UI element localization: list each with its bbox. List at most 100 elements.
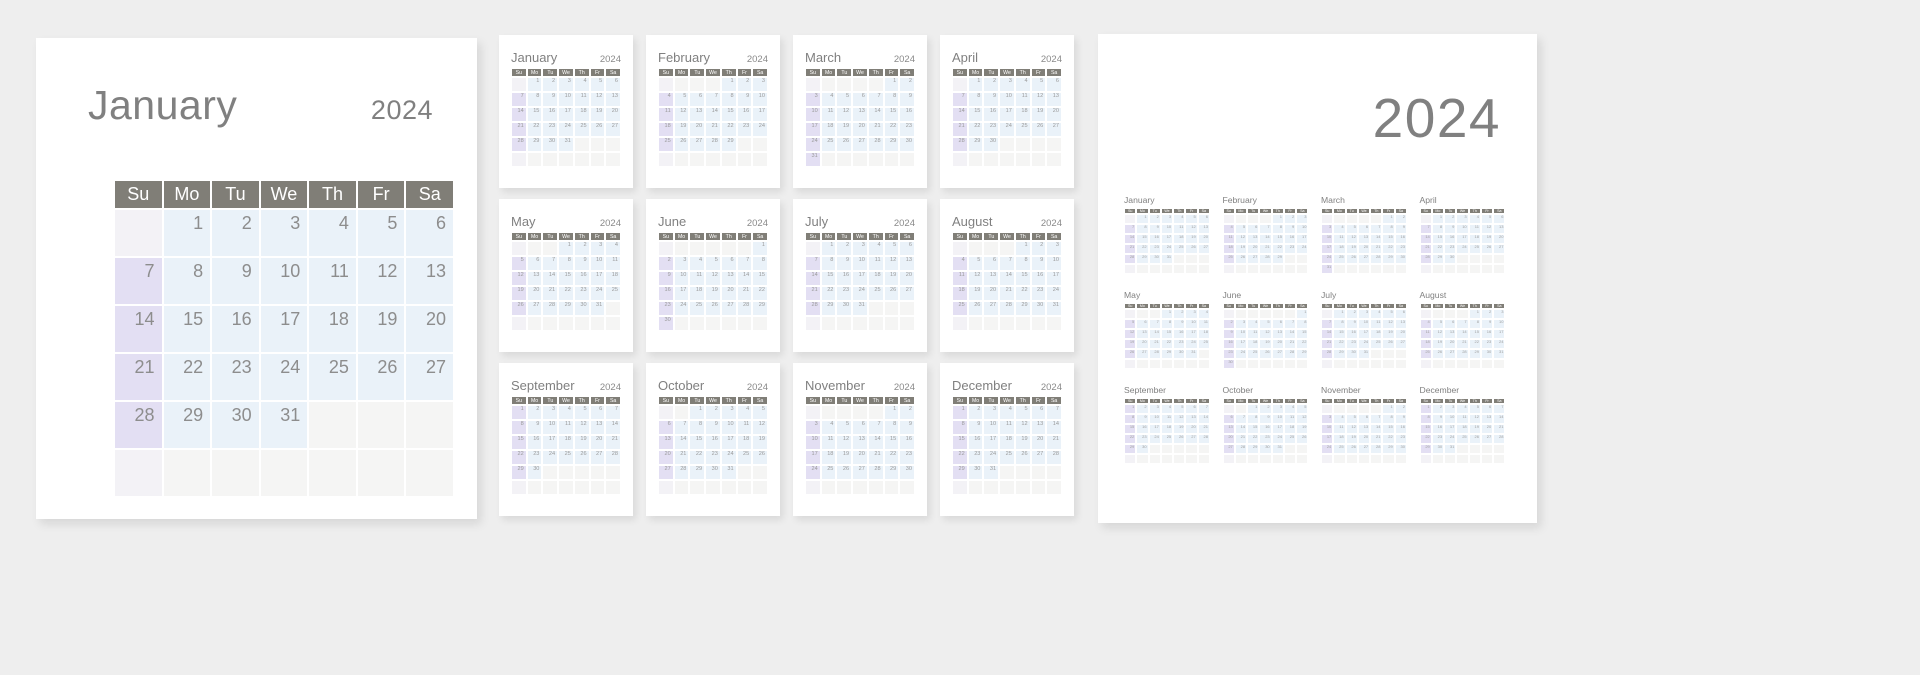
- month-day-cell[interactable]: 5: [836, 420, 853, 435]
- featured-day-cell[interactable]: 19: [356, 305, 406, 353]
- month-day-cell[interactable]: 10: [720, 420, 737, 435]
- month-day-cell[interactable]: 15: [952, 435, 968, 450]
- month-day-cell[interactable]: 24: [673, 301, 690, 316]
- yearmonth-day-cell[interactable]: 11: [1222, 234, 1235, 245]
- yearmonth-day-cell[interactable]: 22: [1431, 244, 1445, 255]
- yearmonth-day-cell[interactable]: 5: [1345, 224, 1358, 235]
- yearmonth-day-cell[interactable]: 13: [1197, 224, 1210, 235]
- featured-day-cell[interactable]: 10: [259, 257, 309, 305]
- yearmonth-day-cell[interactable]: 6: [1357, 224, 1371, 235]
- month-day-cell[interactable]: 17: [983, 435, 1000, 450]
- month-day-cell[interactable]: 19: [1014, 435, 1031, 450]
- month-day-cell[interactable]: 10: [852, 256, 868, 271]
- month-day-cell[interactable]: 9: [573, 256, 590, 271]
- yearmonth-day-cell[interactable]: 18: [1419, 339, 1432, 350]
- yearmonth-day-cell[interactable]: 10: [1493, 319, 1506, 330]
- month-day-cell[interactable]: 13: [689, 107, 706, 122]
- month-day-cell[interactable]: 12: [883, 256, 900, 271]
- yearmonth-day-cell[interactable]: 10: [1296, 224, 1309, 235]
- yearmonth-day-cell[interactable]: 16: [1394, 424, 1407, 435]
- yearmonth-day-cell[interactable]: 9: [1173, 319, 1186, 330]
- yearmonth-day-cell[interactable]: 1: [1271, 214, 1284, 225]
- year-month-block[interactable]: February Su Mo Tu We Th Fr Sa 1 2 3 4 5 6 7 8 9 10 11 12 13 1…: [1222, 196, 1318, 275]
- month-day-cell[interactable]: 5: [511, 256, 527, 271]
- year-month-block[interactable]: January Su Mo Tu We Th Fr Sa 1 2 3 4 5 6 7 8 9 10 11 12 13 14…: [1124, 196, 1219, 275]
- month-day-cell[interactable]: 15: [1014, 271, 1031, 286]
- yearmonth-day-cell[interactable]: 24: [1271, 434, 1284, 445]
- yearmonth-day-cell[interactable]: 30: [1136, 444, 1149, 455]
- featured-day-cell[interactable]: 7: [114, 257, 163, 305]
- yearmonth-day-cell[interactable]: 12: [1173, 414, 1186, 425]
- month-day-cell[interactable]: 9: [899, 92, 915, 107]
- yearmonth-day-cell[interactable]: 14: [1370, 424, 1383, 435]
- yearmonth-day-cell[interactable]: 3: [1321, 414, 1334, 425]
- yearmonth-day-cell[interactable]: 21: [1234, 434, 1248, 445]
- yearmonth-day-cell[interactable]: 8: [1247, 414, 1260, 425]
- yearmonth-day-cell[interactable]: 24: [1357, 339, 1371, 350]
- yearmonth-day-cell[interactable]: 29: [1431, 254, 1445, 265]
- month-day-cell[interactable]: 2: [983, 77, 1000, 92]
- yearmonth-day-cell[interactable]: 13: [1271, 329, 1284, 340]
- month-day-cell[interactable]: 3: [720, 405, 737, 420]
- yearmonth-day-cell[interactable]: 22: [1296, 339, 1309, 350]
- yearmonth-day-cell[interactable]: 22: [1382, 244, 1395, 255]
- yearmonth-day-cell[interactable]: 2: [1345, 309, 1358, 320]
- yearmonth-day-cell[interactable]: 22: [1124, 434, 1137, 445]
- month-day-cell[interactable]: 2: [542, 77, 559, 92]
- yearmonth-day-cell[interactable]: 22: [1160, 339, 1174, 350]
- yearmonth-day-cell[interactable]: 2: [1431, 404, 1445, 415]
- yearmonth-day-cell[interactable]: 31: [1444, 444, 1457, 455]
- month-day-cell[interactable]: 5: [883, 241, 900, 256]
- featured-day-cell[interactable]: 18: [308, 305, 357, 353]
- month-day-cell[interactable]: 19: [836, 450, 853, 465]
- yearmonth-day-cell[interactable]: 17: [1456, 234, 1469, 245]
- yearmonth-day-cell[interactable]: 11: [1333, 234, 1346, 245]
- month-day-cell[interactable]: 12: [752, 420, 768, 435]
- yearmonth-day-cell[interactable]: 24: [1234, 349, 1248, 360]
- yearmonth-day-cell[interactable]: 1: [1160, 309, 1174, 320]
- month-day-cell[interactable]: 30: [526, 465, 543, 480]
- month-day-cell[interactable]: 7: [952, 92, 968, 107]
- yearmonth-day-cell[interactable]: 25: [1456, 434, 1469, 445]
- month-day-cell[interactable]: 22: [1014, 286, 1031, 301]
- yearmonth-day-cell[interactable]: 4: [1456, 404, 1469, 415]
- yearmonth-day-cell[interactable]: 7: [1456, 319, 1469, 330]
- yearmonth-day-cell[interactable]: 27: [1480, 434, 1494, 445]
- month-day-cell[interactable]: 15: [558, 271, 574, 286]
- month-day-cell[interactable]: 15: [689, 435, 706, 450]
- month-day-cell[interactable]: 26: [511, 301, 527, 316]
- yearmonth-day-cell[interactable]: 5: [1468, 404, 1481, 415]
- yearmonth-day-cell[interactable]: 13: [1247, 234, 1260, 245]
- yearmonth-day-cell[interactable]: 7: [1321, 319, 1334, 330]
- yearmonth-day-cell[interactable]: 9: [1444, 224, 1457, 235]
- yearmonth-day-cell[interactable]: 29: [1136, 254, 1149, 265]
- yearmonth-day-cell[interactable]: 19: [1468, 424, 1481, 435]
- month-day-cell[interactable]: 23: [1030, 286, 1047, 301]
- yearmonth-day-cell[interactable]: 27: [1197, 244, 1210, 255]
- month-day-cell[interactable]: 2: [967, 405, 984, 420]
- month-day-cell[interactable]: 11: [820, 107, 837, 122]
- yearmonth-day-cell[interactable]: 1: [1419, 404, 1432, 415]
- month-day-cell[interactable]: 12: [573, 420, 590, 435]
- month-day-cell[interactable]: 16: [899, 435, 915, 450]
- month-day-cell[interactable]: 23: [542, 122, 559, 137]
- month-day-cell[interactable]: 6: [1030, 405, 1047, 420]
- yearmonth-day-cell[interactable]: 25: [1222, 254, 1235, 265]
- yearmonth-day-cell[interactable]: 30: [1394, 444, 1407, 455]
- month-day-cell[interactable]: 22: [952, 450, 968, 465]
- yearmonth-day-cell[interactable]: 15: [1247, 424, 1260, 435]
- month-day-cell[interactable]: 3: [673, 256, 690, 271]
- month-day-cell[interactable]: 26: [836, 137, 853, 152]
- yearmonth-day-cell[interactable]: 27: [1357, 254, 1371, 265]
- yearmonth-day-cell[interactable]: 15: [1124, 424, 1137, 435]
- yearmonth-day-cell[interactable]: 5: [1480, 214, 1494, 225]
- month-day-cell[interactable]: 21: [867, 450, 884, 465]
- yearmonth-day-cell[interactable]: 3: [1296, 214, 1309, 225]
- month-day-cell[interactable]: 9: [658, 271, 674, 286]
- month-day-cell[interactable]: 10: [983, 420, 1000, 435]
- yearmonth-day-cell[interactable]: 10: [1444, 414, 1457, 425]
- month-day-cell[interactable]: 30: [899, 137, 915, 152]
- month-card[interactable]: December 2024 Su Mo Tu We Th Fr Sa 1 2 3 4 5 6 7 8 9 10 11 1…: [940, 363, 1074, 516]
- yearmonth-day-cell[interactable]: 18: [1333, 244, 1346, 255]
- month-day-cell[interactable]: 11: [689, 271, 706, 286]
